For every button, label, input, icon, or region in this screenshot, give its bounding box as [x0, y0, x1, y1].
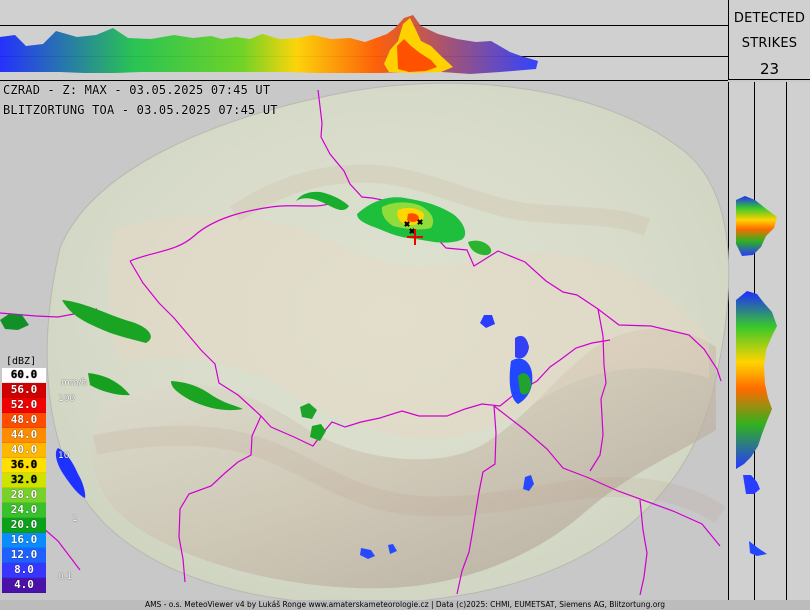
- detected-strikes-value: 23: [759, 60, 780, 78]
- top-lower-reference-line: [0, 56, 728, 57]
- detected-strikes-panel: DETECTED STRIKES 23: [728, 0, 810, 80]
- right-reference-line-1: [754, 82, 755, 610]
- radar-title-line-2: BLITZORTUNG TOA - 03.05.2025 07:45 UT: [3, 103, 278, 117]
- legend-row-44: 44.0: [2, 428, 46, 443]
- reflectivity-legend: [dBZ] 60.0 56.0 52.0 48.0 44.0 40.0 36.0…: [2, 356, 46, 596]
- legend-row-16: 16.0: [2, 533, 46, 548]
- legend-row-36: 36.0: [2, 458, 46, 473]
- radar-title-line-1: CZRAD - Z: MAX - 03.05.2025 07:45 UT: [3, 83, 271, 97]
- lightning-strike-marker-2: [417, 219, 423, 225]
- legend-note-01: 0.1: [58, 572, 73, 582]
- legend-unit: mm/h: [61, 378, 88, 388]
- legend-title: [dBZ]: [6, 356, 37, 367]
- legend-row-48: 48.0: [2, 413, 46, 428]
- legend-row-28: 28.0: [2, 488, 46, 503]
- map-area: [0, 82, 728, 600]
- location-marker-icon: [407, 229, 423, 245]
- legend-row-52: 52.0: [2, 398, 46, 413]
- legend-row-40: 40.0: [2, 443, 46, 458]
- right-vertical-profile: [728, 82, 810, 610]
- legend-row-8: 8.0: [2, 563, 46, 578]
- lightning-strike-marker-1: [404, 221, 410, 227]
- legend-row-32: 32.0: [2, 473, 46, 488]
- legend-row-24: 24.0: [2, 503, 46, 518]
- legend-note-1: 1: [72, 514, 78, 524]
- footer-credits: AMS - o.s. MeteoViewer v4 by Lukáš Ronge…: [0, 600, 810, 610]
- weather-radar-screen: DETECTED STRIKES 23 CZRAD - Z: MAX - 03.…: [0, 0, 810, 610]
- top-vertical-profile: [0, 0, 728, 81]
- legend-row-12: 12.0: [2, 548, 46, 563]
- legend-note-10: 10: [58, 451, 70, 461]
- detected-strikes-label-2: STRIKES: [741, 36, 798, 51]
- legend-row-60: 60.0: [2, 368, 46, 383]
- top-reference-line: [0, 25, 728, 26]
- legend-row-4: 4.0: [2, 578, 46, 593]
- legend-row-20: 20.0: [2, 518, 46, 533]
- detected-strikes-label-1: DETECTED: [733, 11, 806, 26]
- right-reference-line-2: [786, 82, 787, 610]
- legend-note-100: 100: [58, 394, 76, 404]
- legend-row-56: 56.0: [2, 383, 46, 398]
